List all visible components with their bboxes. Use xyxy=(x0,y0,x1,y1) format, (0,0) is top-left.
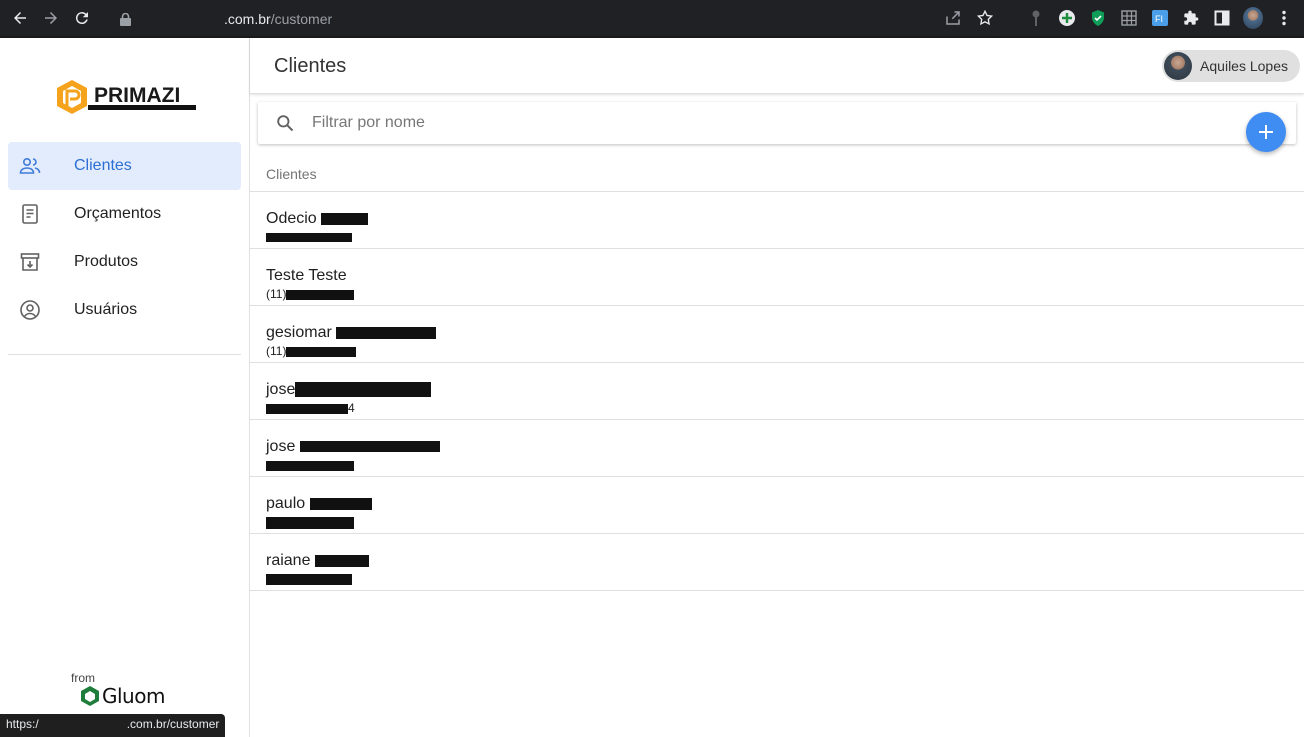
client-phone: (11) xyxy=(266,344,287,358)
user-name: Aquiles Lopes xyxy=(1200,58,1288,74)
status-bar-url: https:/ .com.br/customer xyxy=(0,714,226,737)
user-chip[interactable]: Aquiles Lopes xyxy=(1162,50,1300,82)
bookmark-star-icon[interactable] xyxy=(976,9,994,27)
search-bar xyxy=(258,102,1296,144)
list-item[interactable]: raiane xyxy=(250,534,1304,591)
url-host: .com.br xyxy=(224,11,271,27)
client-phone: (11) xyxy=(266,287,287,301)
search-icon xyxy=(274,112,296,134)
sidebar-item-label: Clientes xyxy=(74,157,132,174)
sidebar-divider xyxy=(8,354,241,355)
archive-icon xyxy=(18,250,42,274)
sidebar-item-label: Usuários xyxy=(74,301,138,318)
address-bar[interactable]: .com.br/customer xyxy=(108,5,1008,33)
search-input[interactable] xyxy=(312,114,1212,132)
client-phone: 4 xyxy=(348,401,355,415)
list-item[interactable]: Odecio xyxy=(250,192,1304,249)
sidebar-item-produtos[interactable]: Produtos xyxy=(8,238,241,286)
list-item[interactable]: jose 4 xyxy=(250,363,1304,420)
svg-text:FI: FI xyxy=(1155,14,1163,24)
list-item[interactable]: gesiomar (11) xyxy=(250,306,1304,363)
list-header: Clientes xyxy=(266,166,317,182)
primazi-logo[interactable]: PRIMAZI xyxy=(54,78,199,120)
shield-icon[interactable] xyxy=(1088,8,1108,28)
key-icon[interactable] xyxy=(1026,8,1046,28)
side-panel-icon[interactable] xyxy=(1212,8,1232,28)
client-name: paulo xyxy=(266,495,306,512)
sidebar-item-orcamentos[interactable]: Orçamentos xyxy=(8,190,241,238)
sidebar-item-label: Orçamentos xyxy=(74,205,162,222)
list-item[interactable]: jose xyxy=(250,420,1304,477)
sidebar-item-label: Produtos xyxy=(74,253,139,270)
puzzle-icon[interactable] xyxy=(1181,8,1201,28)
plus-icon xyxy=(1259,125,1273,139)
lock-icon[interactable] xyxy=(118,12,132,26)
people-icon xyxy=(18,154,42,178)
sidebar: PRIMAZI Clientes Orçamentos Produtos Usu… xyxy=(0,38,250,737)
logo-text: PRIMAZI xyxy=(94,84,180,107)
footer-from-text: from xyxy=(71,671,95,685)
url-path: /customer xyxy=(270,11,333,27)
profile-avatar-icon[interactable] xyxy=(1243,7,1263,29)
client-name: raiane xyxy=(266,552,311,569)
app-header: Clientes Aquiles Lopes xyxy=(250,38,1304,94)
list-item[interactable]: Teste Teste (11) xyxy=(250,249,1304,306)
more-vert-icon[interactable] xyxy=(1274,8,1294,28)
sidebar-item-usuarios[interactable]: Usuários xyxy=(8,286,241,334)
client-name: jose xyxy=(266,438,296,455)
document-icon xyxy=(18,202,42,226)
url-text[interactable]: .com.br/customer xyxy=(142,11,332,27)
client-name: Teste Teste xyxy=(266,267,347,284)
main-content: Clientes Aquiles Lopes Clientes Odecio T… xyxy=(250,38,1304,737)
avatar xyxy=(1164,52,1193,80)
browser-toolbar: .com.br/customer FI xyxy=(0,0,1304,38)
gluom-logo[interactable]: Gluom xyxy=(80,684,165,708)
account-circle-icon xyxy=(18,298,42,322)
share-icon[interactable] xyxy=(944,9,962,27)
client-name: Odecio xyxy=(266,210,317,227)
status-url: .com.br/customer xyxy=(126,717,220,731)
list-item[interactable]: paulo xyxy=(250,477,1304,534)
reload-icon[interactable] xyxy=(71,7,93,29)
client-list: Odecio Teste Teste (11) gesiomar (11) jo… xyxy=(250,191,1304,591)
status-prefix: https:/ xyxy=(6,717,39,731)
back-icon[interactable] xyxy=(9,7,31,29)
grid-icon[interactable] xyxy=(1119,8,1139,28)
add-client-button[interactable] xyxy=(1246,112,1286,152)
gluom-brand-text: Gluom xyxy=(102,684,165,708)
sidebar-menu: Clientes Orçamentos Produtos Usuários xyxy=(8,142,241,334)
sidebar-item-clientes[interactable]: Clientes xyxy=(8,142,241,190)
client-name: jose xyxy=(266,381,296,398)
page-title: Clientes xyxy=(274,55,347,77)
fi-extension-icon[interactable]: FI xyxy=(1150,8,1170,28)
client-name: gesiomar xyxy=(266,324,332,341)
forward-icon[interactable] xyxy=(40,7,62,29)
add-extension-icon[interactable] xyxy=(1057,8,1077,28)
